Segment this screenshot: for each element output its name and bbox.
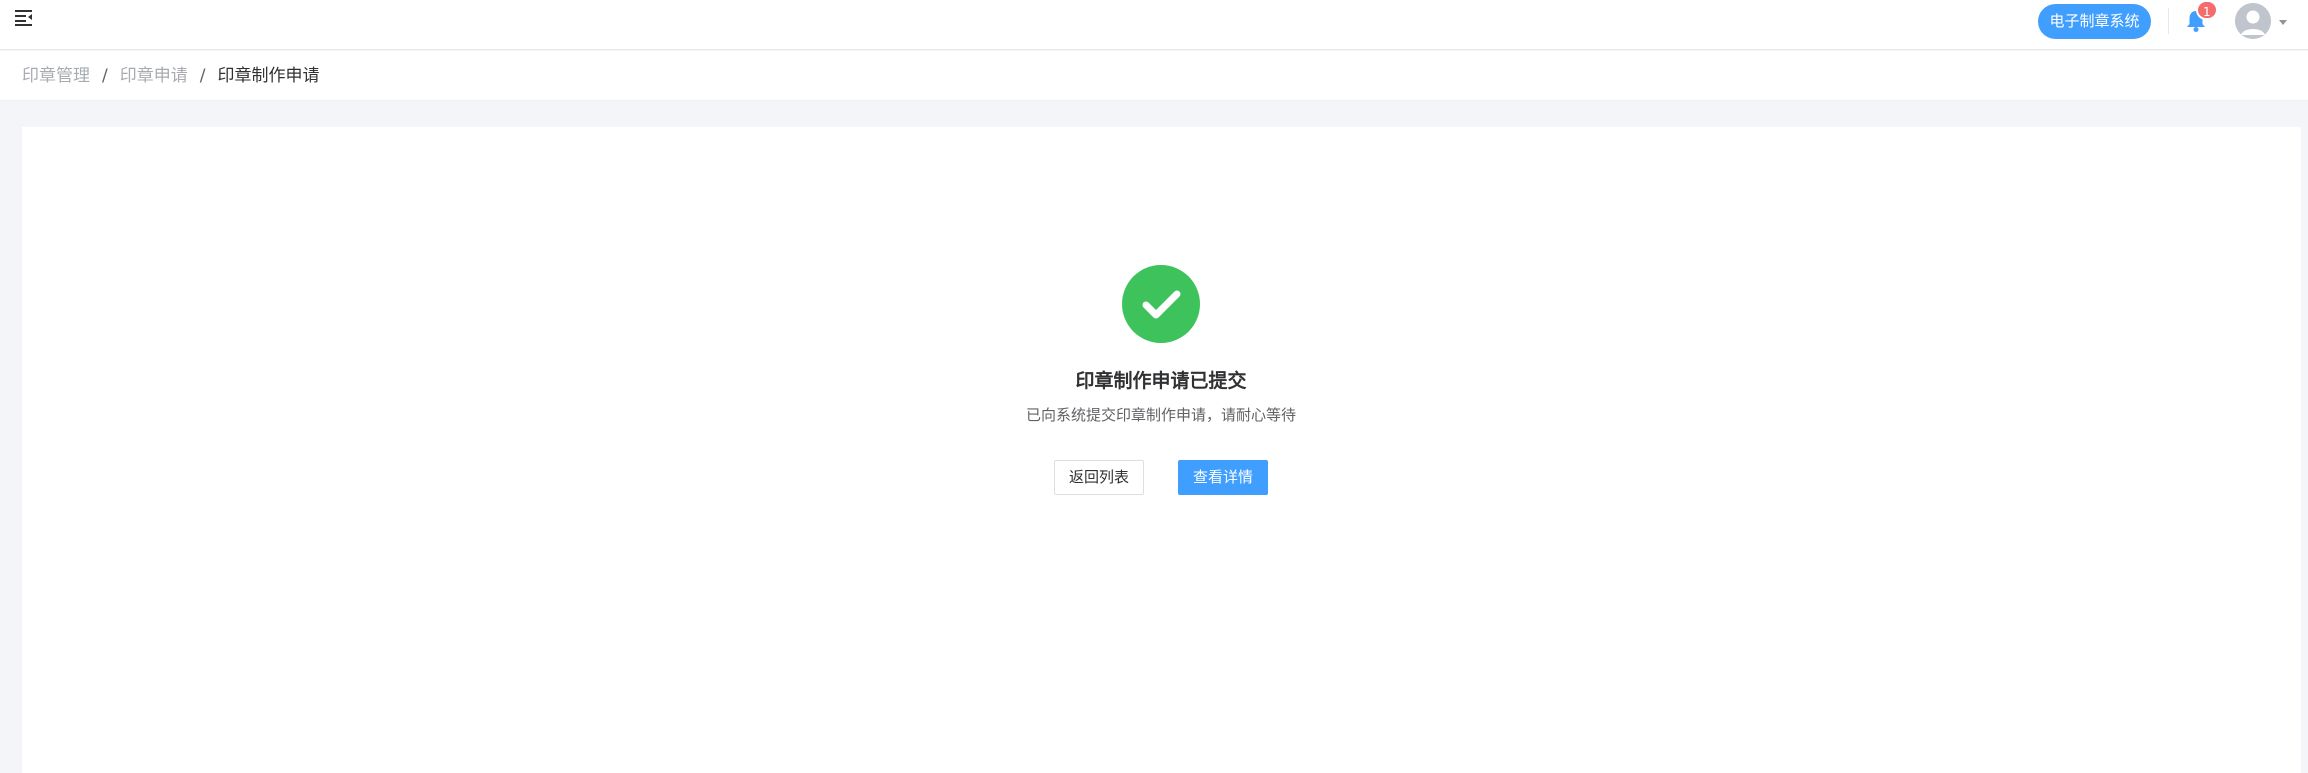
view-detail-button[interactable]: 查看详情 [1178, 460, 1268, 495]
result-title: 印章制作申请已提交 [1075, 370, 1247, 392]
breadcrumb-separator: / [102, 66, 108, 86]
notification-count-badge: 1 [2196, 0, 2218, 20]
caret-down-icon[interactable] [2279, 20, 2287, 25]
breadcrumb: 印章管理 / 印章申请 / 印章制作申请 [22, 64, 319, 88]
result-card [22, 127, 2301, 773]
hamburger-fold-icon[interactable] [14, 7, 34, 27]
back-to-list-button[interactable]: 返回列表 [1054, 460, 1144, 495]
user-avatar-icon[interactable] [2235, 3, 2271, 39]
check-circle-icon [1122, 265, 1200, 343]
breadcrumb-bar: 印章管理 / 印章申请 / 印章制作申请 [0, 51, 2308, 101]
breadcrumb-item-seal-management[interactable]: 印章管理 [22, 64, 90, 88]
breadcrumb-separator: / [199, 66, 206, 86]
system-switch-button[interactable]: 电子制章系统 [2038, 4, 2151, 39]
header-divider [2168, 8, 2169, 34]
result-subtitle: 已向系统提交印章制作申请，请耐心等待 [1025, 406, 1296, 424]
breadcrumb-item-seal-application[interactable]: 印章申请 [120, 64, 188, 88]
top-header: 电子制章系统 1 [0, 0, 2308, 50]
breadcrumb-item-current: 印章制作申请 [217, 66, 320, 86]
